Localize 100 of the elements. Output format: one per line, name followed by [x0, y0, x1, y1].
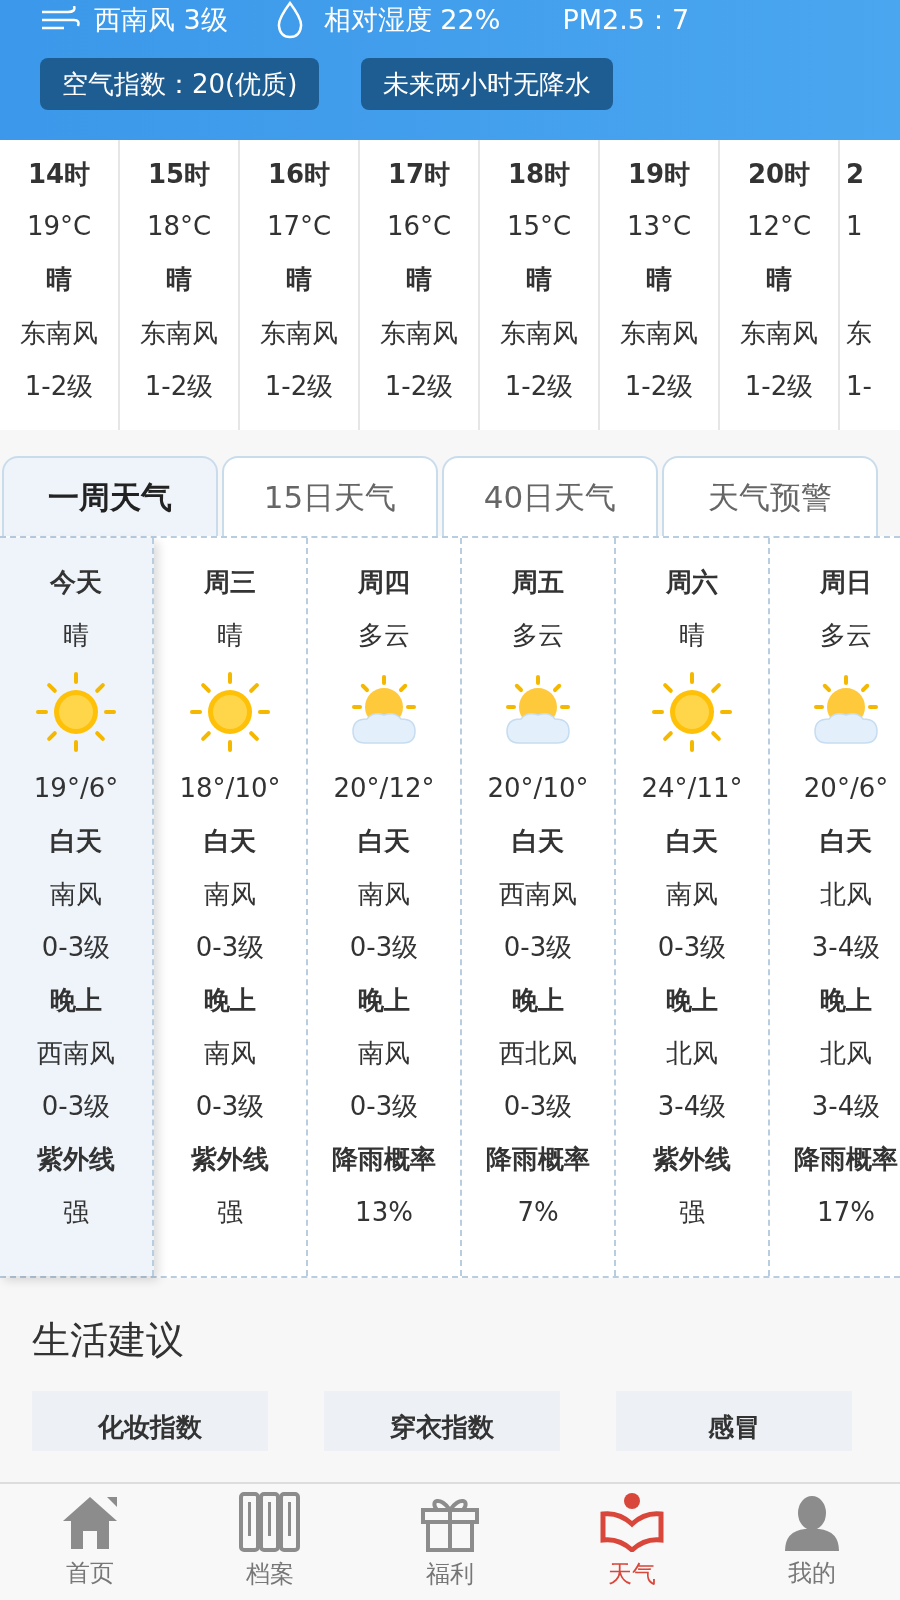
night-wind-level: 0-3级 [349, 1090, 419, 1123]
forecast-tab[interactable]: 天气预警 [662, 456, 878, 536]
night-label: 晚上 [512, 984, 564, 1017]
day-temp: 20°/6° [803, 772, 889, 805]
night-wind-level: 0-3级 [503, 1090, 573, 1123]
day-weather: 多云 [512, 619, 564, 652]
night-label: 晚上 [358, 984, 410, 1017]
hour-wind-level: 1- [846, 370, 872, 403]
hour-wind: 东南风 [140, 317, 218, 350]
hour-wind: 东南风 [500, 317, 578, 350]
night-wind: 西南风 [37, 1037, 115, 1070]
daytime-label: 白天 [50, 825, 102, 858]
hour-label: 14时 [27, 158, 91, 191]
daytime-wind-level: 0-3级 [41, 931, 111, 964]
wind-text: 西南风 3级 [94, 2, 228, 37]
day-name: 周五 [512, 566, 564, 599]
book-icon [599, 1492, 665, 1552]
day-weather: 多云 [358, 619, 410, 652]
nav-tab[interactable]: 我的 [783, 1493, 841, 1591]
extra-label: 紫外线 [37, 1143, 115, 1176]
day-weather: 晴 [679, 619, 705, 652]
hour-wind-level: 1-2级 [504, 370, 574, 403]
day-name: 今天 [50, 566, 102, 599]
hour-weather: 晴 [526, 263, 552, 296]
day-weather: 晴 [217, 619, 243, 652]
sun-icon [187, 669, 273, 755]
extra-value: 强 [217, 1196, 243, 1229]
extra-label: 紫外线 [653, 1143, 731, 1176]
hour-temp: 12°C [746, 210, 812, 243]
daytime-label: 白天 [666, 825, 718, 858]
daytime-wind-level: 0-3级 [195, 931, 265, 964]
daytime-wind: 南风 [204, 878, 256, 911]
hour-wind: 东 [846, 317, 872, 350]
nav-tab[interactable]: 首页 [59, 1493, 121, 1591]
extra-label: 降雨概率 [794, 1143, 898, 1176]
hour-label: 20时 [747, 158, 811, 191]
day-temp: 19°/6° [33, 772, 119, 805]
nav-tab[interactable]: 档案 [239, 1492, 301, 1592]
night-wind: 北风 [666, 1037, 718, 1070]
hour-temp: 13°C [626, 210, 692, 243]
hour-wind-level: 1-2级 [144, 370, 214, 403]
forecast-tab[interactable]: 40日天气 [442, 456, 658, 536]
nav-tab[interactable]: 福利 [419, 1492, 481, 1592]
extra-value: 13% [355, 1196, 413, 1229]
advice-card-title: 感冒 [708, 1411, 760, 1444]
humidity-text: 相对湿度 22% [323, 2, 501, 37]
hour-wind-level: 1-2级 [624, 370, 694, 403]
hour-wind: 东南风 [380, 317, 458, 350]
hour-weather: 晴 [46, 263, 72, 296]
hour-temp: 15°C [506, 210, 572, 243]
advice-card-title: 穿衣指数 [390, 1411, 494, 1444]
day-temp: 20°/12° [333, 772, 435, 805]
hour-temp: 17°C [266, 210, 332, 243]
nav-tab[interactable]: 天气 [599, 1492, 665, 1592]
night-wind-level: 0-3级 [195, 1090, 265, 1123]
daytime-wind-level: 0-3级 [349, 931, 419, 964]
hour-label: 15时 [147, 158, 211, 191]
day-name: 周三 [204, 566, 256, 599]
daytime-wind: 南风 [50, 878, 102, 911]
night-wind: 南风 [358, 1037, 410, 1070]
hour-temp: 19°C [26, 210, 92, 243]
sun-icon [33, 669, 119, 755]
hour-wind: 东南风 [620, 317, 698, 350]
hour-label: 2 [846, 158, 865, 191]
hour-label: 18时 [507, 158, 571, 191]
night-wind: 南风 [204, 1037, 256, 1070]
forecast-tab[interactable]: 一周天气 [2, 456, 218, 536]
day-temp: 24°/11° [641, 772, 743, 805]
hour-wind-level: 1-2级 [264, 370, 334, 403]
droplet-icon [275, 1, 304, 39]
hour-weather: 晴 [766, 263, 792, 296]
daytime-wind-level: 3-4级 [811, 931, 881, 964]
advice-card-title: 化妆指数 [98, 1411, 202, 1444]
daytime-label: 白天 [204, 825, 256, 858]
night-label: 晚上 [204, 984, 256, 1017]
info-chip: 未来两小时无降水 [361, 58, 614, 110]
day-name: 周四 [358, 566, 410, 599]
extra-label: 降雨概率 [332, 1143, 436, 1176]
hour-weather: 晴 [286, 263, 312, 296]
sun-icon [649, 669, 735, 755]
binders-icon [239, 1492, 301, 1552]
day-temp: 18°/10° [179, 772, 281, 805]
daytime-label: 白天 [820, 825, 872, 858]
day-weather: 多云 [820, 619, 872, 652]
night-wind: 北风 [820, 1037, 872, 1070]
hour-wind-level: 1-2级 [744, 370, 814, 403]
hour-label: 17时 [387, 158, 451, 191]
daytime-wind: 南风 [358, 878, 410, 911]
night-wind-level: 3-4级 [811, 1090, 881, 1123]
extra-label: 降雨概率 [486, 1143, 590, 1176]
night-label: 晚上 [666, 984, 718, 1017]
daytime-wind: 北风 [820, 878, 872, 911]
hour-weather: 晴 [646, 263, 672, 296]
forecast-tab[interactable]: 15日天气 [222, 456, 438, 536]
hour-label: 19时 [627, 158, 691, 191]
extra-value: 强 [679, 1196, 705, 1229]
night-label: 晚上 [50, 984, 102, 1017]
hour-temp: 16°C [386, 210, 452, 243]
extra-value: 强 [63, 1196, 89, 1229]
night-wind: 西北风 [499, 1037, 577, 1070]
